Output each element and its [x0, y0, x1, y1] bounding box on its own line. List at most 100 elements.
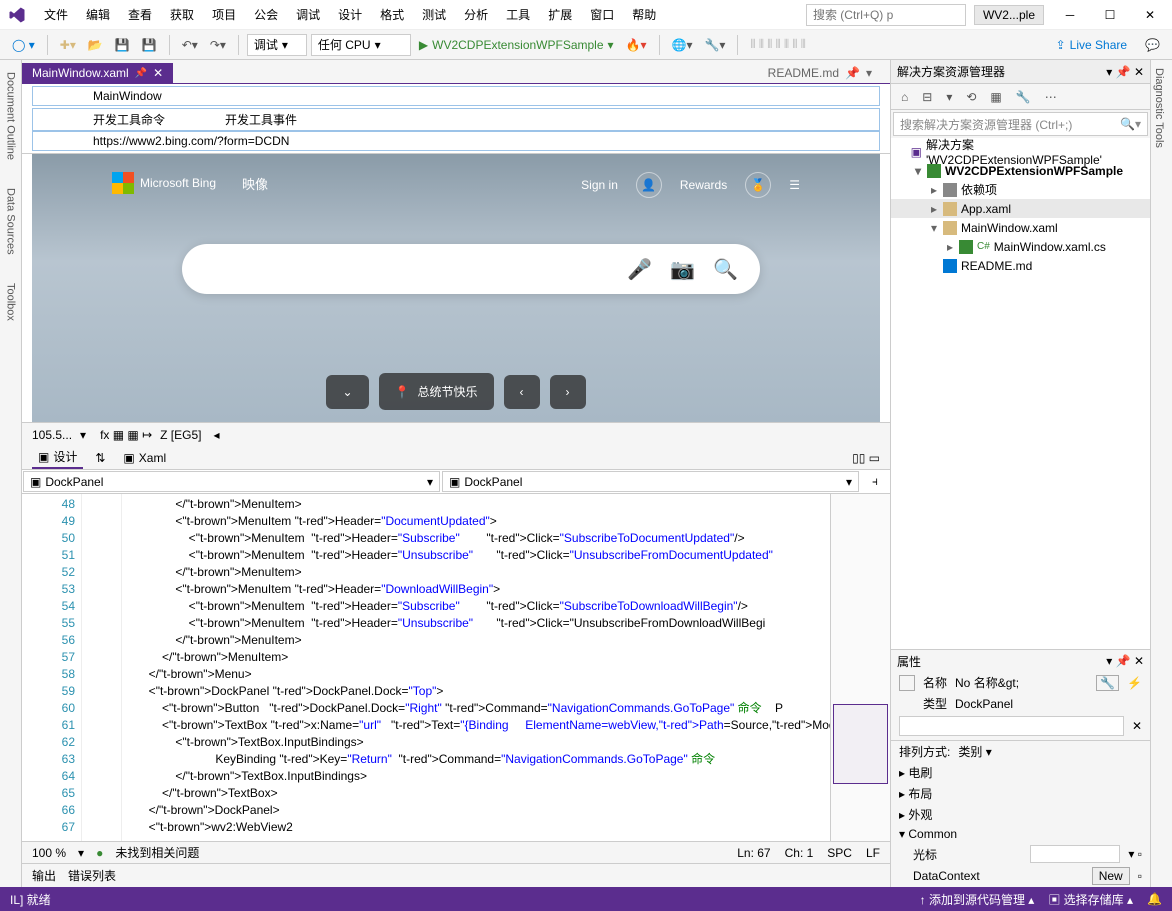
pin-icon[interactable]: ▾ 📌: [1106, 65, 1130, 79]
tool-tab-document-outline[interactable]: Document Outline: [3, 68, 19, 164]
element-dropdown-right[interactable]: ▣ DockPanel▾: [442, 471, 859, 492]
pin-icon[interactable]: ▾ 📌: [1106, 654, 1130, 668]
bing-search-box[interactable]: 🎤 📷 🔍: [182, 244, 760, 294]
new-button[interactable]: New: [1092, 867, 1130, 885]
close-tab-icon[interactable]: ✕: [153, 66, 163, 80]
menu-窗口[interactable]: 窗口: [582, 2, 622, 27]
maximize-button[interactable]: ☐: [1096, 4, 1124, 26]
sync-button[interactable]: ⟲: [962, 88, 980, 106]
tree-item[interactable]: ▸依赖项: [891, 180, 1150, 199]
properties-button[interactable]: 🔧: [1012, 88, 1035, 106]
tree-item[interactable]: ▸App.xaml: [891, 199, 1150, 218]
solution-name[interactable]: WV2...ple: [974, 5, 1044, 25]
prop-cat-布局[interactable]: ▸ 布局: [891, 783, 1150, 804]
hot-reload-button[interactable]: 🔥▾: [622, 36, 651, 54]
pin-icon[interactable]: 📌: [135, 68, 147, 79]
open-button[interactable]: 📂: [84, 36, 107, 54]
menu-公会[interactable]: 公会: [246, 2, 286, 27]
sort-dropdown[interactable]: 类别 ▾: [958, 743, 991, 760]
notifications-icon[interactable]: 🔔: [1147, 892, 1162, 906]
swap-panes-button[interactable]: ⇅: [95, 451, 105, 465]
prop-cat-外观[interactable]: ▸ 外观: [891, 804, 1150, 825]
redo-button[interactable]: ↷▾: [206, 36, 230, 54]
tree-solution-root[interactable]: ▣ 解决方案 'WV2CDPExtensionWPFSample': [891, 142, 1150, 161]
prop-cat-电刷[interactable]: ▸ 电刷: [891, 762, 1150, 783]
minimap[interactable]: [830, 494, 890, 841]
save-button[interactable]: 💾: [111, 36, 134, 54]
menu-获取[interactable]: 获取: [162, 2, 202, 27]
hamburger-icon[interactable]: ☰: [789, 178, 800, 192]
align-group[interactable]: ⫴ ⫴ ⫴ ⫴ ⫴ ⫴ ⫴: [746, 35, 809, 54]
element-dropdown-left[interactable]: ▣ DockPanel▾: [23, 471, 440, 492]
zoom-level[interactable]: 100 %: [32, 846, 66, 860]
wrench-button[interactable]: 🔧: [1096, 675, 1119, 691]
menu-工具[interactable]: 工具: [498, 2, 538, 27]
browser-button[interactable]: 🌐▾: [668, 36, 697, 54]
feedback-button[interactable]: 💬: [1141, 36, 1164, 54]
undo-button[interactable]: ↶▾: [178, 36, 202, 54]
tab-design[interactable]: ▣ 设计: [32, 446, 83, 469]
tool-tab-toolbox[interactable]: Toolbox: [3, 279, 19, 325]
menu-查看[interactable]: 查看: [120, 2, 160, 27]
rewards-icon[interactable]: 🏅: [745, 172, 771, 198]
split-layout-buttons[interactable]: ▯▯ ▭: [852, 451, 880, 465]
tool-tab-data-sources[interactable]: Data Sources: [3, 184, 19, 259]
menu-帮助[interactable]: 帮助: [624, 2, 664, 27]
home-button[interactable]: ⌂: [897, 88, 912, 106]
sign-in-link[interactable]: Sign in: [581, 178, 618, 192]
tab-output[interactable]: 输出: [32, 867, 56, 884]
close-button[interactable]: ✕: [1136, 4, 1164, 26]
close-panel-icon[interactable]: ✕: [1134, 654, 1144, 668]
info-chip[interactable]: 📍 总统节快乐: [379, 373, 494, 410]
solution-search-input[interactable]: 搜索解决方案资源管理器 (Ctrl+;)🔍▾: [893, 112, 1148, 136]
user-icon[interactable]: 👤: [636, 172, 662, 198]
save-all-button[interactable]: 💾: [138, 36, 161, 54]
zoom-dropdown[interactable]: 105.5...: [32, 428, 72, 442]
tab-readme[interactable]: README.md📌▾: [758, 63, 882, 83]
run-button[interactable]: ▶ WV2CDPExtensionWPFSample ▾: [415, 36, 618, 54]
tab-mainwindow-xaml[interactable]: MainWindow.xaml📌✕: [22, 63, 173, 83]
tools-button[interactable]: 🔧▾: [700, 36, 729, 54]
config-dropdown[interactable]: 调试▾: [247, 34, 307, 56]
tree-item[interactable]: ▾MainWindow.xaml: [891, 218, 1150, 237]
new-item-button[interactable]: ✚▾: [56, 36, 80, 54]
menu-格式[interactable]: 格式: [372, 2, 412, 27]
minimize-button[interactable]: ─: [1056, 4, 1084, 26]
split-toggle[interactable]: ⫞: [860, 470, 890, 493]
menu-项目[interactable]: 项目: [204, 2, 244, 27]
menu-设计[interactable]: 设计: [330, 2, 370, 27]
camera-icon[interactable]: 📷: [670, 257, 695, 282]
source-control-button[interactable]: ↑ 添加到源代码管理 ▴: [920, 891, 1035, 908]
tab-xaml[interactable]: ▣ Xaml: [117, 449, 172, 467]
menu-文件[interactable]: 文件: [36, 2, 76, 27]
menu-测试[interactable]: 测试: [414, 2, 454, 27]
code-editor[interactable]: 4849505152535455565758596061626364656667…: [22, 494, 890, 841]
property-search-input[interactable]: [899, 716, 1124, 736]
next-chip[interactable]: ›: [550, 375, 586, 409]
prev-chip[interactable]: ‹: [504, 375, 540, 409]
tab-error-list[interactable]: 错误列表: [68, 867, 116, 884]
search-icon[interactable]: 🔍: [713, 257, 738, 282]
repo-button[interactable]: ▣ 选择存储库 ▴: [1048, 891, 1133, 908]
live-share-button[interactable]: ⇪ Live Share: [1056, 38, 1127, 52]
show-all-button[interactable]: ▦: [986, 88, 1005, 106]
menu-分析[interactable]: 分析: [456, 2, 496, 27]
clear-icon[interactable]: ✕: [1132, 719, 1142, 733]
mic-icon[interactable]: 🎤: [627, 257, 652, 282]
menu-扩展[interactable]: 扩展: [540, 2, 580, 27]
tree-item[interactable]: ▾WV2CDPExtensionWPFSample: [891, 161, 1150, 180]
tree-item[interactable]: ▸C#MainWindow.xaml.cs: [891, 237, 1150, 256]
tool-tab-diagnostic-tools[interactable]: Diagnostic Tools: [1151, 60, 1167, 156]
events-button[interactable]: ⚡: [1127, 676, 1142, 690]
collapse-button[interactable]: ⊟: [918, 88, 936, 106]
platform-dropdown[interactable]: 任何 CPU▾: [311, 34, 411, 56]
menu-编辑[interactable]: 编辑: [78, 2, 118, 27]
nav-back-button[interactable]: ◯ ▾: [8, 36, 39, 54]
close-panel-icon[interactable]: ✕: [1134, 65, 1144, 79]
cursor-dropdown[interactable]: [1030, 845, 1120, 863]
prop-cat-common[interactable]: ▾ Common: [891, 825, 1150, 843]
rewards-link[interactable]: Rewards: [680, 178, 727, 192]
global-search-input[interactable]: [806, 4, 966, 26]
menu-调试[interactable]: 调试: [288, 2, 328, 27]
preview-url-bar[interactable]: https://www2.bing.com/?form=DCDN: [32, 131, 880, 151]
